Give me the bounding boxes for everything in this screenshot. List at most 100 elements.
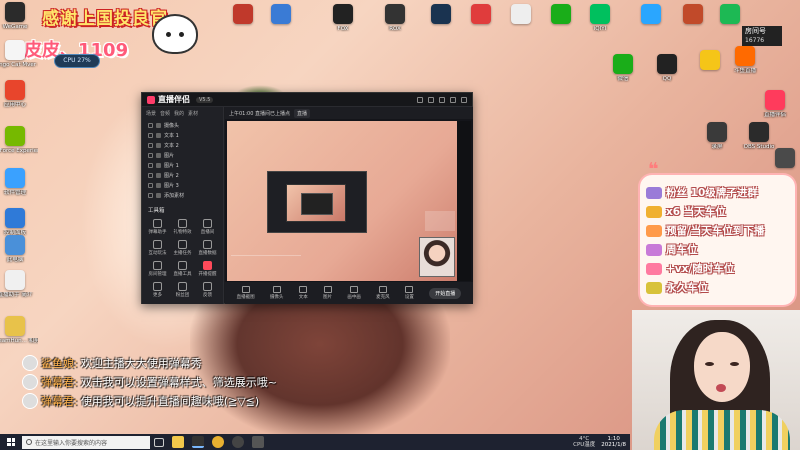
bottom-tool-button[interactable]: 图片 <box>323 286 332 300</box>
bongo-cat-shortcut[interactable]: Bongo Cat Mver - Bi... <box>0 40 38 69</box>
scene-item[interactable]: 文本 2 <box>142 140 223 150</box>
control-panel-shortcut[interactable]: 控制面板 <box>0 208 38 237</box>
eye-icon[interactable] <box>148 122 153 128</box>
task-view-icon[interactable] <box>154 437 164 447</box>
bottom-tool-button[interactable]: 麦克风 <box>376 286 390 300</box>
douyu-tool-shortcut[interactable]: 直播助手 简介 <box>0 270 38 299</box>
tencent-video-shortcut[interactable] <box>628 4 674 24</box>
eye-icon[interactable] <box>148 132 153 138</box>
tool-icon <box>178 240 187 249</box>
sidebar-tab[interactable]: 音频 <box>160 110 170 117</box>
skin-icon[interactable] <box>428 96 434 103</box>
streaming-app-window[interactable]: 直播伴侣 V5.5 场景 音频 我的 素材 摄像头 文本 1 文本 2 图片 图片 1 图片 2… <box>141 92 473 304</box>
taskbar-clock[interactable]: 1:10 2021/1/8 <box>601 436 626 448</box>
tool-button[interactable]: 房间管理 <box>146 261 169 277</box>
app-sidebar: 场景 音频 我的 素材 摄像头 文本 1 文本 2 图片 图片 1 图片 2 图片 3 添加素材 工… <box>142 107 224 304</box>
software-manager-shortcut[interactable]: 软件管理 <box>0 168 38 197</box>
eye-icon[interactable] <box>148 152 153 158</box>
streaming-shortcut[interactable]: 斗鱼直播 <box>722 46 768 75</box>
tool-button[interactable]: 直播间 <box>196 219 219 235</box>
eye-icon[interactable] <box>148 162 153 168</box>
cam-shortcut[interactable] <box>762 148 800 168</box>
main-top-tab[interactable]: 直播 <box>294 108 311 118</box>
bottom-tool-label: 画中画 <box>347 295 361 300</box>
scene-item[interactable]: 图片 1 <box>142 160 223 170</box>
wechat-icon <box>551 4 571 24</box>
bottom-tool-button[interactable]: 文本 <box>299 286 308 300</box>
stream-preview[interactable] <box>227 121 471 281</box>
browser-taskbar-icon[interactable] <box>212 436 224 448</box>
tool-button[interactable]: 开播提醒 <box>196 261 219 277</box>
app-logo: 直播伴侣 <box>147 94 190 105</box>
geforce-shortcut[interactable]: GeForce Experience <box>0 126 38 155</box>
maximize-icon[interactable] <box>450 96 456 103</box>
tool-button[interactable]: 粉丝团 <box>171 282 194 298</box>
main-top-text: 上午01:00 直播间已上播点 <box>229 110 290 117</box>
scene-item[interactable]: 图片 <box>142 150 223 160</box>
perk-badge-icon <box>646 262 662 275</box>
bottom-tool-button[interactable]: 摄像头 <box>270 286 283 300</box>
close-icon[interactable] <box>461 96 467 103</box>
tool-button[interactable]: 礼物特效 <box>171 219 194 235</box>
eye-icon[interactable] <box>148 142 153 148</box>
windows-start-icon[interactable] <box>4 435 18 449</box>
perk-badge-icon <box>646 281 662 294</box>
chat-overlay: 鲨鱼娘: 欢迎主播大大使用弹幕秀 弹幕君: 双击我可以设置弹幕样式、筛选展示哦~ 弹幕君… <box>22 353 277 410</box>
chat-text: 欢迎主播大大使用弹幕秀 <box>80 356 202 370</box>
music-icon <box>720 4 740 24</box>
dreamhun-shortcut[interactable]: DreamHun... 和剪 mod... <box>0 316 38 345</box>
eye-icon[interactable] <box>148 172 153 178</box>
taskbar-search-input[interactable]: 在这里输入你要搜索的内容 <box>22 435 150 449</box>
iqiyi-shortcut[interactable]: iQIYI <box>577 4 623 33</box>
rox-shortcut[interactable]: ROX <box>372 4 418 33</box>
music-shortcut[interactable] <box>707 4 753 24</box>
minimize-icon[interactable] <box>439 96 445 103</box>
qq-shortcut[interactable]: QQ <box>644 54 690 83</box>
app-taskbar-icon[interactable] <box>252 436 264 448</box>
rox-icon <box>385 4 405 24</box>
shortcut-label: Bongo Cat Mver - Bi... <box>0 62 38 68</box>
scene-item[interactable]: 摄像头 <box>142 120 223 130</box>
layer-icon <box>156 132 161 138</box>
fox-shortcut[interactable]: FOX <box>320 4 366 33</box>
tool-button[interactable]: 更多 <box>146 282 169 298</box>
scene-item[interactable]: 添加素材 <box>142 190 223 200</box>
weather-widget[interactable]: 4°C CPU温度 <box>573 436 595 448</box>
bottom-tool-button[interactable]: 画中画 <box>347 286 361 300</box>
file-explorer-icon[interactable] <box>172 436 184 448</box>
this-pc-shortcut[interactable]: 此电脑 <box>0 235 38 264</box>
app-center-shortcut[interactable]: 应用中心 <box>0 80 38 109</box>
sidebar-tab[interactable]: 我的 <box>174 110 184 117</box>
live-partner-shortcut[interactable]: 直播伴侣 <box>752 90 798 119</box>
scene-item[interactable]: 图片 3 <box>142 180 223 190</box>
obs-taskbar-icon[interactable] <box>232 436 244 448</box>
tool-button[interactable]: 弹幕助手 <box>146 219 169 235</box>
scene-item[interactable]: 文本 1 <box>142 130 223 140</box>
tool-button[interactable]: 主播任务 <box>171 240 194 256</box>
shortcut-label: QQ <box>662 76 672 82</box>
cpu-meter: CPU 27% <box>54 54 100 68</box>
recorder-shortcut[interactable]: 录屏 <box>694 122 740 151</box>
wegame-shortcut[interactable]: WeGame <box>0 2 38 31</box>
obs-shortcut[interactable]: OBS Studio <box>736 122 782 151</box>
settings-icon[interactable] <box>417 96 423 103</box>
scene-label: 图片 1 <box>164 162 179 169</box>
feather-shortcut[interactable] <box>258 4 304 24</box>
main-top-bar: 上午01:00 直播间已上播点 直播 <box>225 107 473 119</box>
bottom-tool-button[interactable]: 设置 <box>405 286 414 300</box>
sidebar-tab[interactable]: 素材 <box>188 110 198 117</box>
perk-line: 周车位 <box>646 242 698 257</box>
tool-button[interactable]: 反馈 <box>196 282 219 298</box>
tool-button[interactable]: 互动玩法 <box>146 240 169 256</box>
start-live-button[interactable]: 开始直播 <box>429 287 462 299</box>
wechat-right-shortcut[interactable]: 微信 <box>600 54 646 83</box>
app-titlebar[interactable]: 直播伴侣 V5.5 <box>142 93 472 107</box>
eye-icon[interactable] <box>148 182 153 188</box>
tool-button[interactable]: 直播数据 <box>196 240 219 256</box>
sidebar-tab[interactable]: 场景 <box>146 110 156 117</box>
eye-icon[interactable] <box>148 192 153 198</box>
tool-button[interactable]: 直播工具 <box>171 261 194 277</box>
bottom-tool-button[interactable]: 直播截图 <box>237 286 255 300</box>
streaming-app-taskbar-icon[interactable] <box>192 436 204 448</box>
scene-item[interactable]: 图片 2 <box>142 170 223 180</box>
